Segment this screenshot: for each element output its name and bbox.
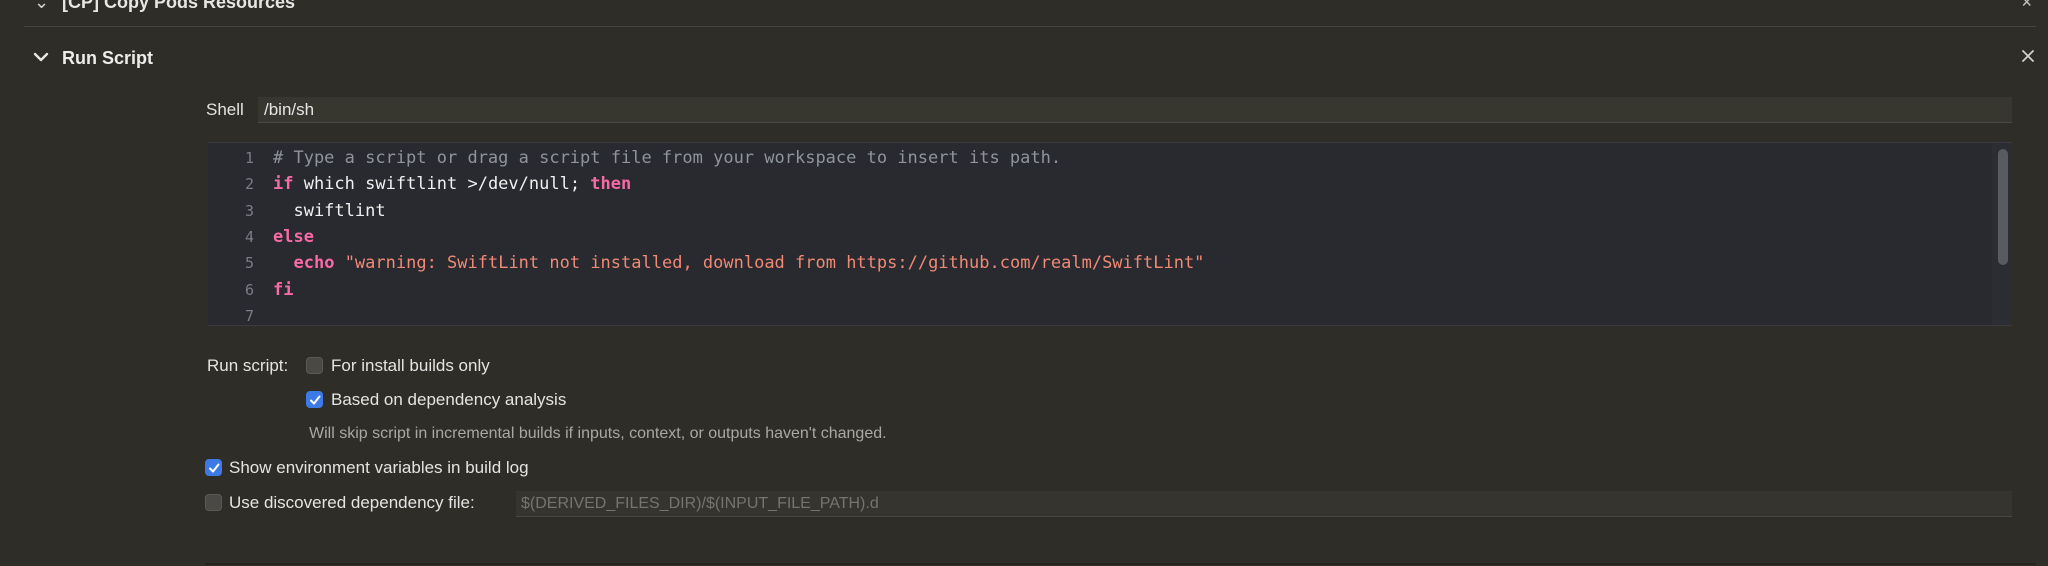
code-token-kw: then <box>590 174 632 195</box>
code-line[interactable]: echo "warning: SwiftLint not installed, … <box>273 250 1204 276</box>
code-line[interactable]: else <box>273 224 314 250</box>
line-number: 2 <box>244 175 254 194</box>
show-env-vars-label[interactable]: Show environment variables in build log <box>229 456 529 480</box>
discovered-dependency-checkbox[interactable] <box>205 494 222 511</box>
close-icon[interactable]: × <box>2021 0 2032 13</box>
code-token-plain: which swiftlint >/dev/null; <box>293 174 591 195</box>
dependency-analysis-checkbox[interactable] <box>306 391 323 408</box>
run-script-phase-header[interactable]: Run Script <box>0 40 2048 76</box>
shell-label: Shell <box>206 100 244 119</box>
run-script-label: Run script: <box>207 356 289 375</box>
close-icon[interactable] <box>2018 46 2038 66</box>
editor-scrollbar-thumb[interactable] <box>1998 149 2008 265</box>
code-token-kw: fi <box>273 279 294 300</box>
show-env-vars-checkbox[interactable] <box>205 459 222 476</box>
checkmark-icon <box>209 463 220 473</box>
line-number-gutter: 1 2 3 4 5 6 7 <box>208 143 254 325</box>
discovered-dependency-label[interactable]: Use discovered dependency file: <box>229 491 475 515</box>
code-token-plain: swiftlint <box>273 200 386 221</box>
script-editor[interactable]: 1 2 3 4 5 6 7 # Type a script or drag a script… <box>208 142 2012 326</box>
phase-title: Run Script <box>62 48 154 68</box>
code-token-str: "warning: SwiftLint not installed, downl… <box>344 253 1205 274</box>
code-line[interactable]: if which swiftlint >/dev/null; then <box>273 171 631 197</box>
chevron-down-icon[interactable]: ⌄ <box>34 0 49 13</box>
bottom-divider <box>206 563 2036 565</box>
line-number: 1 <box>244 149 254 167</box>
phase-divider <box>24 26 2036 27</box>
install-builds-only-label[interactable]: For install builds only <box>331 354 490 378</box>
dependency-analysis-label[interactable]: Based on dependency analysis <box>331 388 566 412</box>
code-token-kw: echo <box>293 253 335 274</box>
dependency-file-input[interactable]: $(DERIVED_FILES_DIR)/$(INPUT_FILE_PATH).… <box>516 491 2012 517</box>
code-line[interactable]: fi <box>273 277 293 303</box>
code-line[interactable]: swiftlint <box>273 198 386 224</box>
line-number: 4 <box>244 227 254 246</box>
shell-input[interactable]: /bin/sh <box>258 97 2012 123</box>
checkmark-icon <box>310 395 321 405</box>
install-builds-only-checkbox[interactable] <box>306 357 323 374</box>
code-token-comment: # Type a script or drag a script file fr… <box>273 148 1062 168</box>
build-phases-page: ⌄ [CP] Copy Pods Resources × Run Script … <box>0 0 2048 566</box>
previous-phase-title: [CP] Copy Pods Resources <box>62 0 296 12</box>
code-token-kw: if <box>273 174 294 195</box>
line-number: 7 <box>244 306 254 325</box>
line-number: 3 <box>244 201 254 220</box>
previous-phase-header[interactable]: ⌄ [CP] Copy Pods Resources × <box>0 0 2048 26</box>
code-line[interactable]: # Type a script or drag a script file fr… <box>273 145 1061 171</box>
line-number: 6 <box>244 280 254 299</box>
code-token-kw: else <box>273 226 314 247</box>
dependency-analysis-hint: Will skip script in incremental builds i… <box>309 425 887 442</box>
chevron-down-icon[interactable] <box>30 46 52 68</box>
line-number: 5 <box>244 254 254 273</box>
